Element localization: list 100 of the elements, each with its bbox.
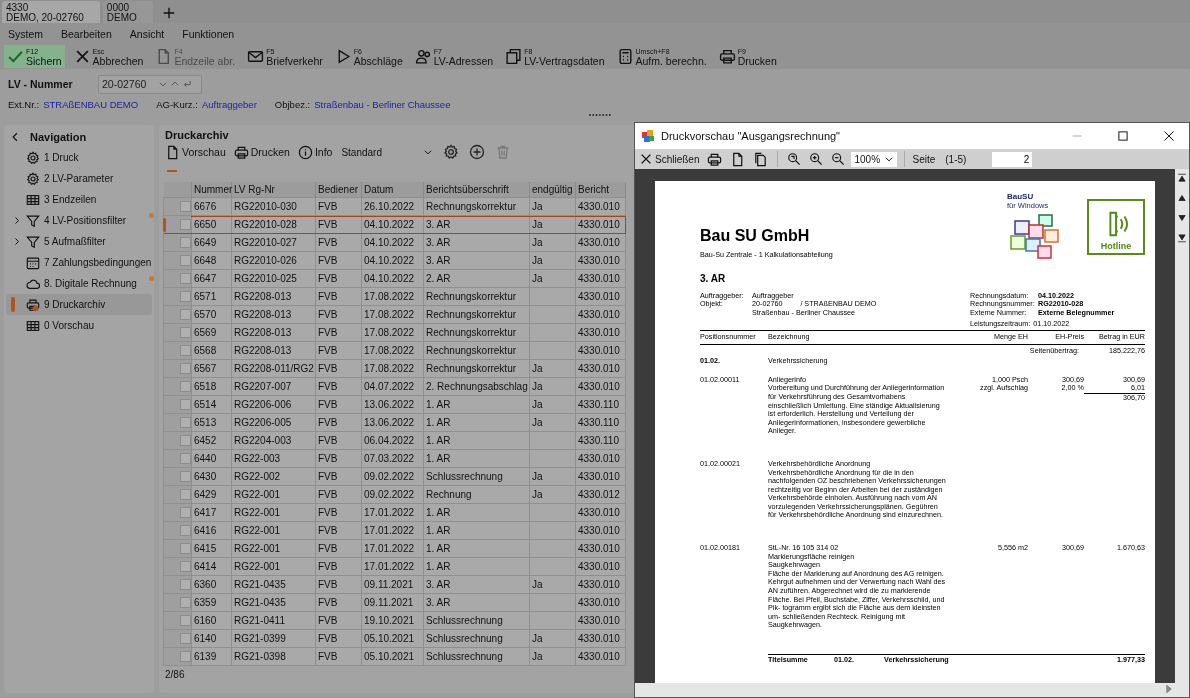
table-row[interactable]: 6359 RG21-0435 FVB 09.11.2021 3. AR 4330.010 <box>163 593 626 612</box>
row-checkbox[interactable] <box>180 219 191 230</box>
table-row[interactable]: 6360 RG21-0435 FVB 09.11.2021 3. AR Ja 4330.010 <box>163 575 626 594</box>
info-link[interactable]: STRAßENBAU DEMO <box>43 99 139 110</box>
nav-item[interactable]: 8. Digitale Rechnung <box>6 273 152 294</box>
first-page-icon <box>1177 173 1187 183</box>
info-link[interactable]: Auftraggeber <box>201 99 257 110</box>
row-checkbox[interactable] <box>180 309 191 320</box>
column-header[interactable]: Nummer <box>191 182 232 198</box>
table-row[interactable]: 6417 RG22-001 FVB 17.01.2022 1. AR 4330.010 <box>163 503 626 522</box>
info-link[interactable]: Straßenbau - Berliner Chaussee <box>314 99 451 110</box>
row-checkbox[interactable] <box>180 363 191 374</box>
column-header[interactable]: Datum <box>361 182 424 198</box>
nav-item[interactable]: 9 Druckarchiv <box>6 294 152 315</box>
row-checkbox[interactable] <box>180 417 191 428</box>
table-row[interactable]: 6649 RG22010-027 FVB 04.10.2022 3. AR Ja 4330.010 <box>163 233 626 252</box>
document-tab[interactable]: 4330 DEMO, 20-02760 <box>2 1 100 23</box>
grid-icon <box>26 318 40 333</box>
document-heading: 3. AR <box>700 275 727 284</box>
table-row[interactable]: 6570 RG2208-013 FVB 17.08.2022 Rechnungskorrektur 4330.010 <box>163 305 626 324</box>
vertical-scrollbar[interactable] <box>1175 169 1189 683</box>
column-header[interactable]: LV Rg-Nr <box>231 182 316 198</box>
company-name: Bau SU GmbH <box>700 227 811 245</box>
menu-item[interactable]: Bearbeiten <box>61 27 112 40</box>
zoom-dropdown[interactable]: 100% <box>851 151 898 167</box>
table-row[interactable]: 6513 RG2206-005 FVB 13.06.2022 1. AR Ja 4330.110 <box>163 413 626 432</box>
row-checkbox[interactable] <box>180 453 191 464</box>
row-checkbox[interactable] <box>180 597 191 608</box>
row-checkbox[interactable] <box>180 633 191 644</box>
row-checkbox[interactable] <box>180 327 191 338</box>
row-checkbox[interactable] <box>180 615 191 626</box>
menu-item[interactable]: System <box>8 27 43 40</box>
nav-item[interactable]: 1 Druck <box>6 147 152 168</box>
row-checkbox[interactable] <box>180 489 191 500</box>
lv-number-input[interactable]: 20-02760 <box>102 78 156 90</box>
table-row[interactable]: 6416 RG22-001 FVB 17.01.2022 1. AR 4330.010 <box>163 521 626 540</box>
table-row[interactable]: 6676 RG22010-030 FVB 26.10.2022 Rechnungskorrektur Ja 4330.010 <box>163 197 626 216</box>
row-checkbox[interactable] <box>180 561 191 572</box>
toolbar-button[interactable]: Vorschau <box>163 144 228 160</box>
row-checkbox[interactable] <box>180 237 191 248</box>
table-row[interactable]: 6650 RG22010-028 FVB 04.10.2022 3. AR Ja 4330.010 <box>163 215 626 234</box>
table-row[interactable]: 6429 RG22-001 FVB 09.02.2022 Rechnung Ja 4330.012 <box>163 485 626 504</box>
row-checkbox[interactable] <box>180 201 191 212</box>
close-preview-button[interactable]: Schließen <box>637 152 702 166</box>
table-row[interactable]: 6647 RG22010-025 FVB 04.10.2022 2. AR Ja 4330.010 <box>163 269 626 288</box>
table-row[interactable]: 6415 RG22-001 FVB 17.01.2022 1. AR 4330.010 <box>163 539 626 558</box>
table-row[interactable]: 6571 RG2208-013 FVB 17.08.2022 Rechnungskorrektur 4330.010 <box>163 287 626 306</box>
table-row[interactable]: 6568 RG2208-013 FVB 17.08.2022 Rechnungskorrektur 4330.010 <box>163 341 626 360</box>
table-row[interactable]: 6518 RG2207-007 FVB 04.07.2022 2. Rechnungsabschlag Ja 4330.010 <box>163 377 626 396</box>
nav-item[interactable]: 3 Endzeilen <box>6 189 152 210</box>
column-header[interactable]: Bericht <box>575 182 626 198</box>
nav-item[interactable]: 7 Zahlungsbedingungen <box>6 252 152 273</box>
table-row[interactable]: 6648 RG22010-026 FVB 04.10.2022 3. AR Ja 4330.010 <box>163 251 626 270</box>
calculator-icon <box>616 48 634 65</box>
calendar-icon <box>26 255 40 270</box>
table-row[interactable]: 6567 RG2208-011/RG2 FVB 17.08.2022 Rechnungskorrektur Ja 4330.010 <box>163 359 626 378</box>
table-row[interactable]: 6440 RG22-003 FVB 07.03.2022 1. AR 4330.010 <box>163 449 626 468</box>
printer-icon <box>707 151 723 167</box>
table-row[interactable]: 6452 RG2204-003 FVB 06.04.2022 1. AR 4330.110 <box>163 431 626 450</box>
table-row[interactable]: 6514 RG2206-006 FVB 13.06.2022 1. AR Ja 4330.110 <box>163 395 626 414</box>
row-checkbox[interactable] <box>180 651 191 662</box>
splitter-grip-icon[interactable] <box>588 113 612 117</box>
table-row[interactable]: 6140 RG21-0399 FVB 05.10.2021 Schlussrechnung Ja 4330.010 <box>163 629 626 648</box>
table-row[interactable]: 6160 RG21-0411 FVB 19.10.2021 Schlussrechnung 4330.010 <box>163 611 626 630</box>
nav-item[interactable]: 5 Aufmaßfilter <box>6 231 152 252</box>
column-header[interactable]: Bediener <box>315 182 362 198</box>
menu-item[interactable]: Ansicht <box>129 27 165 40</box>
nav-item[interactable]: 4 LV-Positionsfilter <box>6 210 152 231</box>
menu-item[interactable]: Funktionen <box>182 27 235 40</box>
row-checkbox[interactable] <box>180 507 191 518</box>
row-checkbox[interactable] <box>180 543 191 554</box>
add-icon <box>469 144 486 160</box>
row-checkbox[interactable] <box>180 471 191 482</box>
toolbar-button[interactable]: Info <box>295 144 335 160</box>
nav-item[interactable]: 0 Vorschau <box>6 315 152 336</box>
table-row[interactable]: 6569 RG2208-013 FVB 17.08.2022 Rechnungskorrektur 4330.010 <box>163 323 626 342</box>
row-checkbox[interactable] <box>180 291 191 302</box>
table-row[interactable]: 6414 RG22-001 FVB 17.01.2022 1. AR 4330.010 <box>163 557 626 576</box>
record-count: 2/86 <box>164 669 186 680</box>
horizontal-scrollbar[interactable] <box>635 683 1189 697</box>
row-checkbox[interactable] <box>180 255 191 266</box>
row-checkbox[interactable] <box>180 273 191 284</box>
table-row[interactable]: 6139 RG21-0398 FVB 05.10.2021 Schlussrechnung Ja 4330.010 <box>163 647 626 666</box>
row-checkbox[interactable] <box>180 435 191 446</box>
column-header[interactable]: endgültig <box>529 182 576 198</box>
lv-number-field[interactable]: 20-02760 <box>98 74 202 94</box>
table-row[interactable]: 6430 RG22-002 FVB 09.02.2022 Schlussrechnung Ja 4330.010 <box>163 467 626 486</box>
chevron-down-icon <box>423 147 434 157</box>
printer-icon <box>233 144 249 160</box>
row-checkbox[interactable] <box>180 525 191 536</box>
document-tab[interactable]: 0000 DEMO <box>102 1 153 23</box>
page-field[interactable]: 2 <box>992 151 1033 167</box>
scroll-up-icon <box>1177 193 1187 203</box>
row-checkbox[interactable] <box>180 381 191 392</box>
nav-item[interactable]: 2 LV-Parameter <box>6 168 152 189</box>
row-checkbox[interactable] <box>180 579 191 590</box>
toolbar-button[interactable]: Drucken <box>231 144 292 160</box>
row-checkbox[interactable] <box>180 399 191 410</box>
column-header[interactable]: Berichtsüberschrift <box>423 182 530 198</box>
row-checkbox[interactable] <box>180 345 191 356</box>
